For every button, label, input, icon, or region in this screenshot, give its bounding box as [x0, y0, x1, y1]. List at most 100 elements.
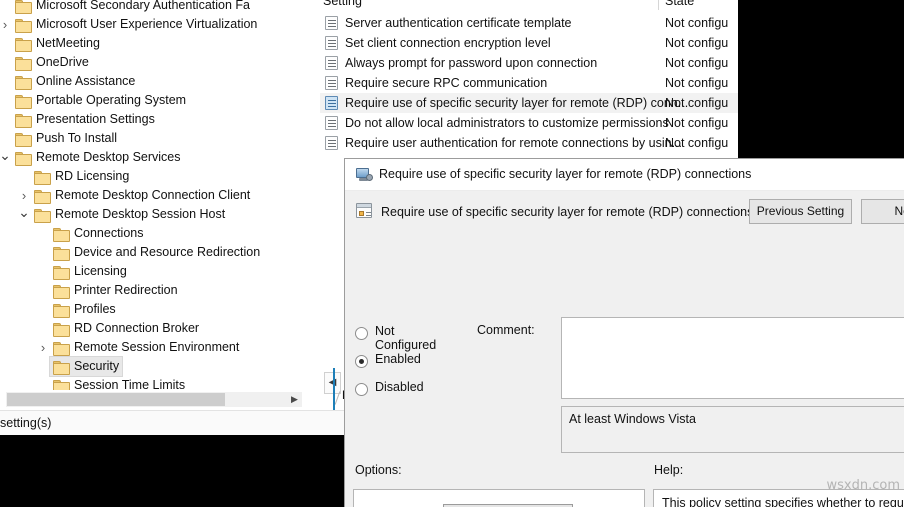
- tree-item-microsoft-user-experience-virtualization[interactable]: › Microsoft User Experience Virtualizatio…: [0, 15, 296, 34]
- tree-item-label: Remote Session Environment: [74, 340, 239, 354]
- column-header-state[interactable]: State: [665, 0, 694, 8]
- tree-item-onedrive[interactable]: OneDrive: [0, 53, 296, 72]
- tree-item-label-wrap: Remote Desktop Services: [12, 148, 184, 167]
- tree-item-label: Remote Desktop Session Host: [55, 207, 225, 221]
- tree-item-printer-redirection[interactable]: Printer Redirection: [0, 281, 296, 300]
- chevron-down-icon[interactable]: ⌄: [0, 148, 13, 167]
- setting-state: Not configu: [665, 113, 728, 133]
- tree-item-label: Printer Redirection: [74, 283, 178, 297]
- tree-item-label-wrap: OneDrive: [12, 53, 92, 72]
- setting-name: Require secure RPC communication: [345, 73, 547, 93]
- folder-icon: [53, 303, 69, 316]
- folder-icon: [53, 322, 69, 335]
- dialog-header: Require use of specific security layer f…: [345, 191, 904, 235]
- setting-name: Require use of specific security layer f…: [345, 93, 688, 113]
- table-row[interactable]: Require user authentication for remote c…: [320, 133, 740, 153]
- tree-item-label-wrap: RD Licensing: [31, 167, 132, 186]
- status-bar: setting(s): [0, 410, 345, 435]
- tree-item-label-wrap: Device and Resource Redirection: [50, 243, 263, 262]
- radio-button[interactable]: [355, 383, 368, 396]
- folder-icon: [15, 151, 31, 164]
- tree-item-label: RD Connection Broker: [74, 321, 199, 335]
- tree-item-label: NetMeeting: [36, 36, 100, 50]
- dialog-body: Not ConfiguredEnabledDisabled Comment: S…: [345, 235, 904, 507]
- chevron-right-icon[interactable]: ›: [16, 186, 32, 205]
- tree-item-label-wrap: Presentation Settings: [12, 110, 158, 129]
- previous-setting-button[interactable]: Previous Setting: [749, 199, 852, 224]
- tree-item-online-assistance[interactable]: Online Assistance: [0, 72, 296, 91]
- tree-item-label-wrap: Connections: [50, 224, 147, 243]
- comment-textarea[interactable]: [561, 317, 904, 399]
- column-header-setting[interactable]: Setting: [323, 0, 362, 8]
- tree-hscrollbar-thumb[interactable]: [7, 393, 225, 406]
- tree-item-connections[interactable]: Connections: [0, 224, 296, 243]
- tree-item-session-time-limits[interactable]: Session Time Limits: [0, 376, 296, 390]
- tree-item-label: Profiles: [74, 302, 116, 316]
- tree-item-remote-desktop-connection-client[interactable]: ›Remote Desktop Connection Client: [0, 186, 296, 205]
- tree-item-label: Device and Resource Redirection: [74, 245, 260, 259]
- tree-item-push-to-install[interactable]: Push To Install: [0, 129, 296, 148]
- policy-setting-icon: [325, 56, 338, 70]
- radio-button[interactable]: [355, 327, 368, 340]
- tree-item-microsoft-secondary-authentication-fa[interactable]: Microsoft Secondary Authentication Fa: [0, 0, 296, 15]
- radio-button[interactable]: [355, 355, 368, 368]
- tree-item-presentation-settings[interactable]: Presentation Settings: [0, 110, 296, 129]
- tree-item-licensing[interactable]: Licensing: [0, 262, 296, 281]
- policy-icon: [356, 203, 372, 218]
- options-label: Options:: [355, 463, 402, 477]
- tree-item-rd-connection-broker[interactable]: RD Connection Broker: [0, 319, 296, 338]
- scroll-right-icon[interactable]: ▶: [287, 392, 302, 407]
- table-row[interactable]: Do not allow local administrators to cus…: [320, 113, 740, 133]
- tree-item-label-wrap: Remote Session Environment: [50, 338, 242, 357]
- tree-item-device-and-resource-redirection[interactable]: Device and Resource Redirection: [0, 243, 296, 262]
- tree-item-label: Microsoft User Experience Virtualization: [36, 17, 257, 31]
- tree-item-label: Remote Desktop Services: [36, 150, 181, 164]
- folder-icon: [15, 94, 31, 107]
- chevron-right-icon[interactable]: ›: [35, 338, 51, 357]
- tree-item-portable-operating-system[interactable]: Portable Operating System: [0, 91, 296, 110]
- supported-on-value: At least Windows Vista: [561, 406, 904, 453]
- setting-state: Not configu: [665, 93, 728, 113]
- tree-item-security[interactable]: Security: [0, 357, 296, 376]
- setting-state: Not configu: [665, 133, 728, 153]
- tree-item-label: RD Licensing: [55, 169, 129, 183]
- chevron-right-icon[interactable]: ›: [0, 15, 13, 34]
- table-row[interactable]: Require use of specific security layer f…: [320, 93, 740, 113]
- radio-label: Not Configured: [375, 324, 436, 352]
- status-bar-text: setting(s): [0, 416, 51, 430]
- dialog-titlebar[interactable]: Require use of specific security layer f…: [345, 159, 904, 191]
- table-row[interactable]: Server authentication certificate templa…: [320, 13, 740, 33]
- watermark: wsxdn.com: [827, 478, 901, 493]
- setting-state: Not configu: [665, 73, 728, 93]
- tree-item-label-wrap: Security: [50, 357, 122, 376]
- policy-setting-icon: [325, 136, 338, 150]
- table-row[interactable]: Require secure RPC communication Not conf…: [320, 73, 740, 93]
- folder-icon: [15, 37, 31, 50]
- folder-icon: [53, 341, 69, 354]
- folder-icon: [34, 170, 50, 183]
- tree-item-label: Portable Operating System: [36, 93, 186, 107]
- settings-rows: Server authentication certificate templa…: [320, 13, 740, 153]
- tree-item-rd-licensing[interactable]: RD Licensing: [0, 167, 296, 186]
- folder-icon: [15, 132, 31, 145]
- tree-item-label-wrap: Microsoft Secondary Authentication Fa: [12, 0, 253, 15]
- tree-item-profiles[interactable]: Profiles: [0, 300, 296, 319]
- table-row[interactable]: Always prompt for password upon connecti…: [320, 53, 740, 73]
- setting-name: Require user authentication for remote c…: [345, 133, 682, 153]
- folder-icon: [53, 379, 69, 390]
- table-row[interactable]: Set client connection encryption levelNo…: [320, 33, 740, 53]
- next-setting-button[interactable]: Next S: [861, 199, 904, 224]
- settings-list-header: Setting State: [320, 0, 740, 12]
- monitor-icon: [356, 168, 371, 181]
- setting-name: Set client connection encryption level: [345, 33, 551, 53]
- tree-item-remote-session-environment[interactable]: › Remote Session Environment: [0, 338, 296, 357]
- policy-tree-pane[interactable]: Microsoft Secondary Authentication Fa›Mi…: [0, 0, 310, 390]
- tree-horizontal-scrollbar[interactable]: ▶: [6, 392, 302, 407]
- tree-item-label-wrap: Push To Install: [12, 129, 120, 148]
- chevron-down-icon[interactable]: ⌄: [16, 205, 32, 224]
- tree-item-netmeeting[interactable]: NetMeeting: [0, 34, 296, 53]
- tree-item-remote-desktop-services[interactable]: ⌄ Remote Desktop Services: [0, 148, 296, 167]
- tree-item-label-wrap: Microsoft User Experience Virtualization: [12, 15, 260, 34]
- tree-item-label-wrap: NetMeeting: [12, 34, 103, 53]
- tree-item-remote-desktop-session-host[interactable]: ⌄ Remote Desktop Session Host: [0, 205, 296, 224]
